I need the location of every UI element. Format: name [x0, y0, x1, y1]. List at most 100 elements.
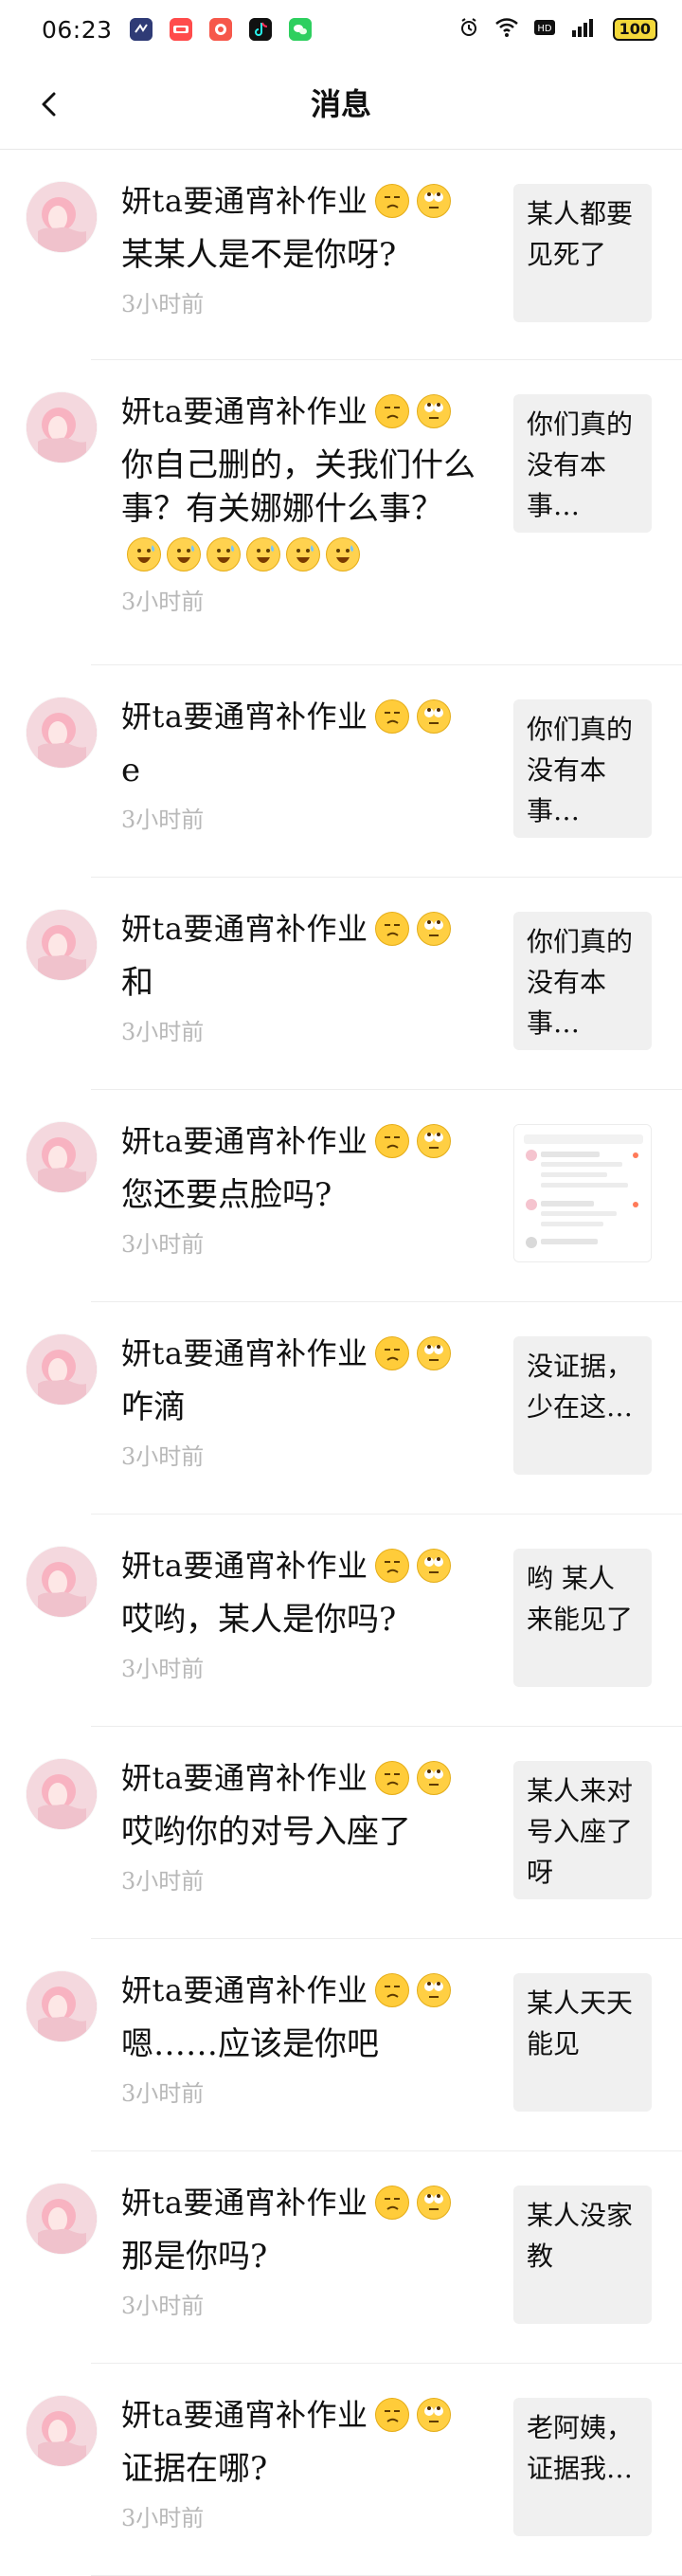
- avatar[interactable]: [27, 2396, 97, 2466]
- top-nav-bar: 消息: [0, 59, 682, 150]
- eye-roll-face-icon: [417, 1336, 452, 1370]
- message-time: 3小时前: [121, 589, 205, 615]
- page-title: 消息: [310, 86, 371, 122]
- message-time: 3小时前: [121, 291, 205, 317]
- message-content: 妍ta要通宵补作业 证据在哪? 3小时前: [121, 2396, 500, 2532]
- sender-line: 妍ta要通宵补作业: [121, 1547, 500, 1585]
- message-content: 妍ta要通宵补作业 那是你吗? 3小时前: [121, 2184, 500, 2320]
- message-row[interactable]: 妍ta要通宵补作业 哎哟你的对号入座了 3小时前 某人来对号入座了呀: [0, 1727, 682, 1939]
- message-row[interactable]: 妍ta要通宵补作业 e 3小时前 你们真的没有本事…: [0, 665, 682, 878]
- avatar[interactable]: [27, 1122, 97, 1192]
- grinning-sweat-icon: [206, 537, 241, 571]
- avatar[interactable]: [27, 1547, 97, 1617]
- message-time: 3小时前: [121, 1019, 205, 1045]
- eye-roll-face-icon: [417, 2398, 452, 2432]
- message-content: 妍ta要通宵补作业 咋滴 3小时前: [121, 1334, 500, 1471]
- eye-roll-face-icon: [417, 912, 452, 946]
- grinning-sweat-icon: [286, 537, 320, 571]
- preview-box[interactable]: 老阿姨，证据我…: [513, 2398, 652, 2536]
- unamused-face-icon: [375, 1549, 410, 1583]
- preview-text: 某人天天能见: [527, 1987, 634, 2059]
- avatar[interactable]: [27, 910, 97, 980]
- message-time: 3小时前: [121, 1656, 205, 1682]
- sender-line: 妍ta要通宵补作业: [121, 2396, 500, 2434]
- app-icon-3: [208, 18, 232, 41]
- preview-box[interactable]: 某人都要见死了: [513, 184, 652, 322]
- avatar[interactable]: [27, 1759, 97, 1829]
- sender-name: 妍ta要通宵补作业: [121, 1972, 368, 2008]
- preview-text: 老阿姨，证据我…: [527, 2412, 634, 2484]
- avatar[interactable]: [27, 1334, 97, 1405]
- message-time: 3小时前: [121, 1231, 205, 1258]
- sender-line: 妍ta要通宵补作业: [121, 182, 500, 220]
- avatar[interactable]: [27, 182, 97, 252]
- message-row[interactable]: 妍ta要通宵补作业 某某人是不是你呀? 3小时前 某人都要见死了: [0, 150, 682, 360]
- message-time: 3小时前: [121, 1868, 205, 1895]
- message-row[interactable]: 妍ta要通宵补作业 哎哟，某人是你吗? 3小时前 哟 某人来能见了: [0, 1515, 682, 1727]
- preview-box[interactable]: 没证据，少在这…: [513, 1336, 652, 1475]
- hd-icon: HD: [533, 18, 556, 42]
- eye-roll-face-icon: [417, 2186, 452, 2220]
- eye-roll-face-icon: [417, 184, 452, 218]
- preview-box[interactable]: 你们真的没有本事…: [513, 912, 652, 1050]
- message-content: 妍ta要通宵补作业 和 3小时前: [121, 910, 500, 1046]
- message-row[interactable]: 妍ta要通宵补作业 您还要点脸吗? 3小时前: [0, 1090, 682, 1302]
- message-content: 妍ta要通宵补作业 e 3小时前: [121, 698, 500, 834]
- preview-text: 哟 某人来能见了: [527, 1563, 634, 1635]
- avatar[interactable]: [27, 2184, 97, 2254]
- sender-name: 妍ta要通宵补作业: [121, 183, 368, 219]
- message-time: 3小时前: [121, 2080, 205, 2107]
- message-time: 3小时前: [121, 807, 205, 833]
- message-row[interactable]: 妍ta要通宵补作业 咋滴 3小时前 没证据，少在这…: [0, 1302, 682, 1515]
- preview-box[interactable]: 你们真的没有本事…: [513, 394, 652, 533]
- message-text: 证据在哪?: [121, 2450, 268, 2488]
- message-row[interactable]: 妍ta要通宵补作业 嗯……应该是你吧 3小时前 某人天天能见: [0, 1939, 682, 2151]
- unamused-face-icon: [375, 2398, 410, 2432]
- eye-roll-face-icon: [417, 1761, 452, 1795]
- preview-image[interactable]: [513, 1124, 652, 1262]
- message-text: 您还要点脸吗?: [121, 1176, 332, 1214]
- preview-text: 你们真的没有本事…: [527, 408, 634, 521]
- unamused-face-icon: [375, 1336, 410, 1370]
- preview-box[interactable]: 某人没家教: [513, 2186, 652, 2324]
- avatar[interactable]: [27, 1971, 97, 2041]
- unamused-face-icon: [375, 1761, 410, 1795]
- message-row[interactable]: 妍ta要通宵补作业 证据在哪? 3小时前 老阿姨，证据我…: [0, 2364, 682, 2576]
- message-row[interactable]: 妍ta要通宵补作业 你自己删的，关我们什么事？有关娜娜什么事？ 3小时前 你们真…: [0, 360, 682, 665]
- message-text: 某某人是不是你呀?: [121, 236, 397, 274]
- message-content: 妍ta要通宵补作业 嗯……应该是你吧 3小时前: [121, 1971, 500, 2108]
- eye-roll-face-icon: [417, 394, 452, 428]
- message-content: 妍ta要通宵补作业 某某人是不是你呀? 3小时前: [121, 182, 500, 318]
- message-time: 3小时前: [121, 1443, 205, 1470]
- sender-name: 妍ta要通宵补作业: [121, 1548, 368, 1584]
- preview-box[interactable]: 你们真的没有本事…: [513, 699, 652, 838]
- preview-text: 没证据，少在这…: [527, 1351, 634, 1423]
- message-list: 妍ta要通宵补作业 某某人是不是你呀? 3小时前 某人都要见死了 妍ta要通宵补…: [0, 150, 682, 2576]
- sender-name: 妍ta要通宵补作业: [121, 2397, 368, 2433]
- avatar[interactable]: [27, 698, 97, 768]
- status-bar: 06:23 HD 100: [0, 0, 682, 59]
- sender-line: 妍ta要通宵补作业: [121, 1971, 500, 2009]
- message-row[interactable]: 妍ta要通宵补作业 和 3小时前 你们真的没有本事…: [0, 878, 682, 1090]
- battery-level: 100: [619, 20, 651, 38]
- sender-line: 妍ta要通宵补作业: [121, 698, 500, 735]
- message-text: 你自己删的，关我们什么事？有关娜娜什么事？: [121, 444, 500, 574]
- preview-box[interactable]: 哟 某人来能见了: [513, 1549, 652, 1687]
- unamused-face-icon: [375, 912, 410, 946]
- preview-box[interactable]: 某人天天能见: [513, 1973, 652, 2112]
- message-text: 和: [121, 964, 153, 1002]
- avatar[interactable]: [27, 392, 97, 463]
- message-row[interactable]: 妍ta要通宵补作业 那是你吗? 3小时前 某人没家教: [0, 2151, 682, 2364]
- status-left: 06:23: [42, 16, 312, 44]
- preview-text: 你们真的没有本事…: [527, 714, 634, 826]
- message-text-body: 你自己删的，关我们什么事？有关娜娜什么事？: [121, 446, 476, 528]
- preview-box[interactable]: 某人来对号入座了呀: [513, 1761, 652, 1899]
- grinning-sweat-emoji-strip: [127, 537, 360, 571]
- battery-icon: 100: [612, 18, 657, 41]
- wechat-icon: [288, 18, 312, 41]
- sender-name: 妍ta要通宵补作业: [121, 1760, 368, 1796]
- message-text: 嗯……应该是你吧: [121, 2025, 379, 2063]
- eye-roll-face-icon: [417, 699, 452, 734]
- preview-text: 你们真的没有本事…: [527, 926, 634, 1039]
- message-content: 妍ta要通宵补作业 您还要点脸吗? 3小时前: [121, 1122, 500, 1259]
